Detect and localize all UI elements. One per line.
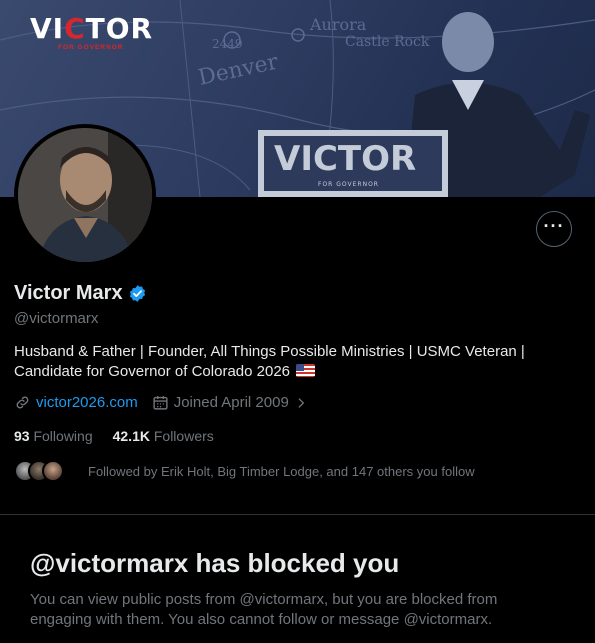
us-flag-icon xyxy=(296,364,316,377)
podium-subtitle: FOR GOVERNOR xyxy=(318,181,379,188)
section-divider xyxy=(0,514,595,515)
followed-by-row[interactable]: Followed by Erik Holt, Big Timber Lodge,… xyxy=(14,460,475,482)
followers-stat[interactable]: 42.1K Followers xyxy=(113,428,214,444)
joined-date[interactable]: Joined April 2009 xyxy=(174,394,289,411)
following-label: Following xyxy=(33,428,93,444)
profile-bio: Husband & Father | Founder, All Things P… xyxy=(14,342,574,382)
brand-logo: VICTOR FOR GOVERNOR xyxy=(30,12,154,52)
podium-logo-text: VICTOR xyxy=(274,139,416,179)
avatar-photo xyxy=(18,128,152,262)
calendar-icon xyxy=(153,396,168,410)
profile-name: Victor Marx xyxy=(14,282,123,304)
followers-count: 42.1K xyxy=(112,428,150,444)
map-label-denver: Denver xyxy=(196,50,281,91)
bio-line-1: Husband & Father | Founder, All Things P… xyxy=(14,343,525,360)
profile-name-row: Victor Marx xyxy=(14,282,147,305)
blocked-message: You can view public posts from @victorma… xyxy=(30,590,570,630)
link-icon xyxy=(16,396,29,409)
profile-avatar[interactable] xyxy=(14,124,156,266)
bio-line-2: Candidate for Governor of Colorado 2026 xyxy=(14,363,291,380)
blocked-heading: @victormarx has blocked you xyxy=(30,548,400,578)
profile-meta: victor2026.com Joined April 2009 xyxy=(14,394,322,411)
following-stat[interactable]: 93 Following xyxy=(14,428,93,444)
blocked-message-line-1: You can view public posts from @victorma… xyxy=(30,591,498,608)
chevron-right-icon[interactable] xyxy=(294,396,308,410)
brand-subtitle: FOR GOVERNOR xyxy=(58,44,124,51)
followed-by-text: Followed by Erik Holt, Big Timber Lodge,… xyxy=(88,463,475,479)
map-label-aurora: Aurora xyxy=(309,15,367,34)
map-label-castle-rock: Castle Rock xyxy=(345,34,430,50)
follower-avatar xyxy=(42,460,64,482)
map-label-number: 2449 xyxy=(212,37,243,51)
follow-stats: 93 Following 42.1K Followers xyxy=(14,428,234,444)
website-link[interactable]: victor2026.com xyxy=(36,394,138,411)
more-options-icon: ··· xyxy=(543,216,565,236)
followers-label: Followers xyxy=(153,428,214,444)
profile-handle: @victormarx xyxy=(14,310,99,327)
blocked-message-line-2: engaging with them. You also cannot foll… xyxy=(30,611,493,628)
followed-by-avatars xyxy=(14,460,74,482)
more-options-button[interactable]: ··· xyxy=(536,211,572,247)
following-count: 93 xyxy=(14,428,30,444)
verified-badge-icon[interactable] xyxy=(128,284,147,303)
